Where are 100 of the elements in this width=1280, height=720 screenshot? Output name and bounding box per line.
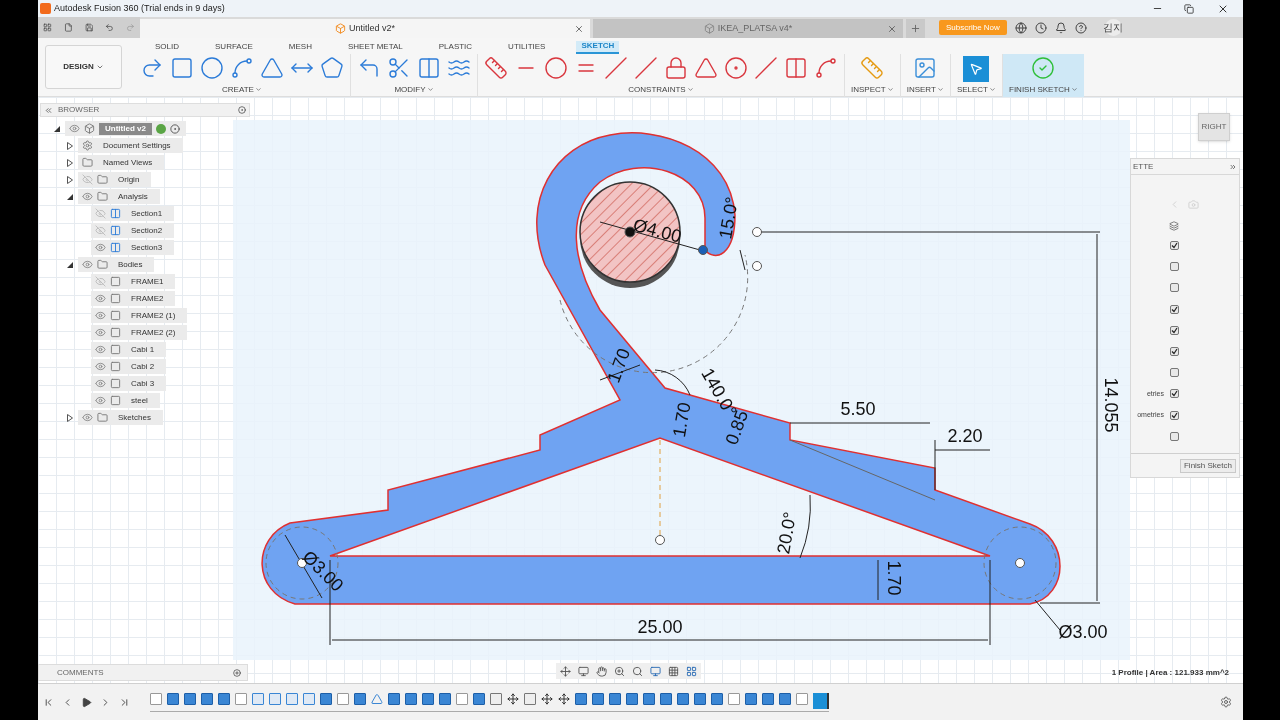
tool-group-label[interactable]: CREATE [222,83,262,96]
timeline-feature-icon[interactable] [745,692,757,705]
palette-checkbox[interactable] [1170,262,1179,272]
timeline-feature-icon[interactable] [422,692,434,705]
checkmark-icon[interactable] [1031,55,1056,80]
bell-icon[interactable] [1054,21,1067,34]
timeline-feature-icon[interactable] [660,692,672,705]
tool-group-label[interactable]: FINISH SKETCH [1009,83,1078,96]
save-icon[interactable] [84,22,94,33]
finish-sketch-button[interactable]: Finish Sketch [1179,458,1236,473]
timeline-feature-icon[interactable] [252,692,264,705]
dimension-label[interactable]: 1.70 [884,560,905,596]
timeline-feature-icon[interactable] [677,692,689,705]
timeline-feature-icon[interactable] [303,692,315,705]
sketch-point[interactable] [698,245,708,255]
timeline-feature-icon[interactable] [643,692,655,705]
apps-grid-icon[interactable] [43,22,52,33]
ribbon-tab[interactable]: PLASTIC [433,40,478,54]
timeline-feature-icon[interactable] [575,692,587,705]
dimension-label[interactable]: Ø4.00 [631,214,684,247]
eye-icon[interactable] [82,412,93,423]
timeline-feature-icon[interactable] [592,692,604,705]
expand-arrow-icon[interactable] [66,175,73,184]
timeline-feature-icon[interactable] [779,692,791,705]
section-circle[interactable] [579,181,681,288]
palette-checkbox[interactable] [1170,410,1179,420]
clock-icon[interactable] [1034,21,1047,34]
timeline-feature-icon[interactable] [286,692,298,705]
timeline-feature-icon[interactable] [439,692,451,705]
expand-arrow-icon[interactable] [66,413,73,422]
eye-icon[interactable] [82,259,93,270]
lock-icon[interactable] [664,55,688,80]
dimension-label[interactable]: 1.70 [603,345,635,386]
timeline-feature-icon[interactable] [490,692,502,705]
expand-arrow-icon[interactable] [66,158,73,167]
eye-icon[interactable] [95,344,106,355]
dimension-label[interactable]: 15.0° [715,195,743,241]
timeline-feature-icon[interactable] [320,692,332,705]
sketch-point[interactable] [624,226,636,238]
eye-icon[interactable] [95,310,106,321]
dimension-label[interactable]: 1.70 [668,400,695,439]
tool-group-label[interactable]: CONSTRAINTS [628,83,694,96]
circle-icon[interactable] [200,55,224,80]
timeline-feature-icon[interactable] [371,692,383,705]
zoom-icon[interactable] [614,665,625,677]
palette-checkbox[interactable] [1170,368,1179,378]
timeline-feature-icon[interactable] [201,692,213,705]
document-tab[interactable]: Untitled v2* [140,19,590,38]
measure-icon[interactable] [860,55,885,80]
timeline-feature-icon[interactable] [524,692,536,705]
palette-checkbox[interactable] [1170,431,1179,441]
triangle-icon[interactable] [694,55,718,80]
timeline-feature-icon[interactable] [762,692,774,705]
dimension-label[interactable]: 20.0° [773,510,801,556]
add-comment-icon[interactable] [233,668,241,677]
eye-icon[interactable] [95,361,106,372]
pin-icon[interactable] [238,106,246,114]
timeline-feature-icon[interactable] [609,692,621,705]
collapse-arrow-icon[interactable] [66,193,73,200]
eye-icon[interactable] [95,242,106,253]
ribbon-tab[interactable]: SOLID [150,40,184,54]
palette-checkbox[interactable] [1170,241,1179,251]
timeline-feature-icon[interactable] [150,692,162,705]
rectangle-icon[interactable] [170,55,194,80]
timeline-feature-icon[interactable] [235,692,247,705]
palette-checkbox[interactable] [1170,283,1179,293]
eye-icon[interactable] [69,123,80,134]
timeline-feature-icon[interactable] [405,692,417,705]
spline-icon[interactable] [230,55,254,80]
concentric-icon[interactable] [724,55,748,80]
dimension-label[interactable]: 25.00 [637,616,683,637]
palette-checkbox[interactable] [1170,347,1179,357]
dimension-label[interactable]: 2.20 [947,425,983,446]
timeline-feature-icon[interactable] [728,692,740,705]
viewports-icon[interactable] [686,665,697,677]
timeline-feature-icon[interactable] [694,692,706,705]
timeline-feature-icon[interactable] [337,692,349,705]
ribbon-tab[interactable]: SHEET METAL [342,40,408,54]
image-icon[interactable] [913,55,938,80]
tool-group-label[interactable]: MODIFY [394,83,434,96]
collapse-arrow-icon[interactable] [66,261,73,268]
timeline-feature-icon[interactable] [354,692,366,705]
file-icon[interactable] [63,22,73,33]
last-step-icon[interactable] [119,696,130,708]
timeline-marker[interactable] [813,692,829,709]
palette-checkbox[interactable] [1170,389,1179,399]
palette-checkbox[interactable] [1170,325,1179,335]
dimension-label[interactable]: Ø3.00 [1058,621,1108,642]
hanger-profile[interactable] [261,132,1061,605]
timeline-feature-icon[interactable] [167,692,179,705]
timeline-feature-icon[interactable] [711,692,723,705]
timeline-feature-icon[interactable] [473,692,485,705]
user-avatar[interactable]: 김지 [1104,19,1122,36]
tool-group-label[interactable]: INSPECT [851,83,894,96]
new-tab-icon[interactable] [910,23,921,34]
tool-group-label[interactable]: INSERT [906,83,944,96]
dimension-label[interactable]: 14.055 [1101,377,1122,433]
layers-icon[interactable] [1169,221,1179,231]
palette-checkbox[interactable] [1170,304,1179,314]
help-icon[interactable] [1074,21,1087,34]
